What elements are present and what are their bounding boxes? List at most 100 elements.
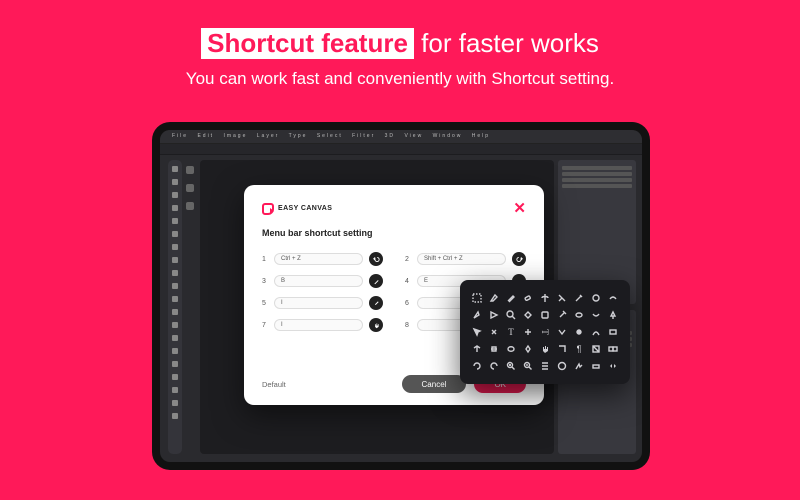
picker-tool-icon[interactable] <box>555 359 569 373</box>
picker-tool-icon[interactable] <box>470 325 484 339</box>
picker-tool-icon[interactable] <box>521 325 535 339</box>
tool-icon[interactable] <box>172 374 178 380</box>
picker-tool-icon[interactable] <box>538 359 552 373</box>
picker-tool-icon[interactable] <box>572 359 586 373</box>
picker-tool-icon[interactable] <box>572 291 586 305</box>
headline: Shortcut feature for faster works <box>0 0 800 59</box>
tool-icon[interactable] <box>172 257 178 263</box>
picker-tool-icon[interactable] <box>589 342 603 356</box>
row-number: 3 <box>262 278 268 285</box>
tool-icon[interactable] <box>172 361 178 367</box>
tool-icon[interactable] <box>172 348 178 354</box>
tool-icon[interactable] <box>172 166 178 172</box>
undo-icon[interactable] <box>369 252 383 266</box>
menu-item[interactable]: Filter <box>352 133 375 139</box>
picker-tool-icon[interactable] <box>606 291 620 305</box>
redo-icon[interactable] <box>512 252 526 266</box>
tool-icon[interactable] <box>172 244 178 250</box>
picker-tool-icon[interactable]: T <box>504 325 518 339</box>
shortcut-input[interactable]: I <box>274 297 363 309</box>
shortcut-input[interactable]: Shift + Ctrl + Z <box>417 253 506 265</box>
menu-item[interactable]: Type <box>289 133 308 139</box>
shortcut-row: 2 Shift + Ctrl + Z <box>405 252 526 266</box>
picker-tool-icon[interactable] <box>487 342 501 356</box>
shortcut-row: 3 B <box>262 274 383 288</box>
row-number: 8 <box>405 322 411 329</box>
hand-icon[interactable] <box>369 318 383 332</box>
picker-tool-icon[interactable] <box>572 325 586 339</box>
panel-icon[interactable] <box>186 202 194 210</box>
picker-tool-icon[interactable] <box>504 359 518 373</box>
picker-tool-icon[interactable] <box>470 359 484 373</box>
tool-icon[interactable] <box>172 192 178 198</box>
shortcut-input[interactable]: Ctrl + Z <box>274 253 363 265</box>
picker-tool-icon[interactable] <box>470 291 484 305</box>
menu-item[interactable]: Window <box>433 133 463 139</box>
menu-item[interactable]: Edit <box>197 133 214 139</box>
picker-tool-icon[interactable] <box>487 325 501 339</box>
picker-tool-icon[interactable] <box>572 308 586 322</box>
picker-tool-icon[interactable] <box>589 325 603 339</box>
picker-tool-icon[interactable] <box>606 325 620 339</box>
menu-item[interactable]: Help <box>472 133 490 139</box>
tool-icon[interactable] <box>172 400 178 406</box>
picker-tool-icon[interactable] <box>504 342 518 356</box>
shortcut-input[interactable]: I <box>274 319 363 331</box>
tool-icon[interactable] <box>172 296 178 302</box>
menu-item[interactable]: File <box>172 133 188 139</box>
picker-tool-icon[interactable]: T <box>538 325 552 339</box>
tool-icon[interactable] <box>172 205 178 211</box>
picker-tool-icon[interactable] <box>589 308 603 322</box>
picker-tool-icon[interactable] <box>487 291 501 305</box>
picker-tool-icon[interactable]: ¶ <box>572 342 586 356</box>
picker-tool-icon[interactable] <box>521 359 535 373</box>
picker-tool-icon[interactable] <box>555 291 569 305</box>
picker-tool-icon[interactable] <box>538 291 552 305</box>
tool-icon[interactable] <box>172 231 178 237</box>
picker-tool-icon[interactable] <box>470 342 484 356</box>
menu-item[interactable]: Layer <box>257 133 280 139</box>
tool-icon[interactable] <box>172 270 178 276</box>
picker-tool-icon[interactable] <box>555 342 569 356</box>
tool-icon[interactable] <box>172 322 178 328</box>
picker-tool-icon[interactable] <box>606 359 620 373</box>
picker-tool-icon[interactable] <box>606 342 620 356</box>
picker-tool-icon[interactable] <box>589 359 603 373</box>
picker-tool-icon[interactable] <box>521 342 535 356</box>
default-link[interactable]: Default <box>262 380 286 389</box>
eyedropper-icon[interactable] <box>369 296 383 310</box>
picker-tool-icon[interactable] <box>589 291 603 305</box>
picker-tool-icon[interactable] <box>606 308 620 322</box>
picker-tool-icon[interactable] <box>555 325 569 339</box>
cancel-button[interactable]: Cancel <box>402 375 467 393</box>
panel-icon[interactable] <box>186 166 194 174</box>
tool-icon[interactable] <box>172 335 178 341</box>
picker-tool-icon[interactable] <box>487 359 501 373</box>
menu-item[interactable]: Select <box>317 133 343 139</box>
picker-tool-icon[interactable] <box>555 308 569 322</box>
tool-icon[interactable] <box>172 283 178 289</box>
picker-tool-icon[interactable] <box>487 308 501 322</box>
picker-tool-icon[interactable] <box>538 308 552 322</box>
logo-icon <box>262 203 274 215</box>
picker-tool-icon[interactable] <box>521 291 535 305</box>
picker-tool-icon[interactable] <box>538 342 552 356</box>
picker-tool-icon[interactable] <box>504 291 518 305</box>
brush-icon[interactable] <box>369 274 383 288</box>
picker-tool-icon[interactable] <box>470 308 484 322</box>
picker-tool-icon[interactable] <box>521 308 535 322</box>
panel-icon[interactable] <box>186 184 194 192</box>
close-icon[interactable]: ✕ <box>513 201 526 216</box>
shortcut-input[interactable]: B <box>274 275 363 287</box>
menu-item[interactable]: 3D <box>385 133 395 139</box>
tool-icon[interactable] <box>172 413 178 419</box>
tool-icon[interactable] <box>172 179 178 185</box>
app-menubar: File Edit Image Layer Type Select Filter… <box>160 130 642 144</box>
picker-tool-icon[interactable] <box>504 308 518 322</box>
menu-item[interactable]: View <box>404 133 423 139</box>
menu-item[interactable]: Image <box>223 133 247 139</box>
tool-icon[interactable] <box>172 387 178 393</box>
tool-icon[interactable] <box>172 309 178 315</box>
tool-icon[interactable] <box>172 218 178 224</box>
collapsed-panels <box>186 160 196 210</box>
